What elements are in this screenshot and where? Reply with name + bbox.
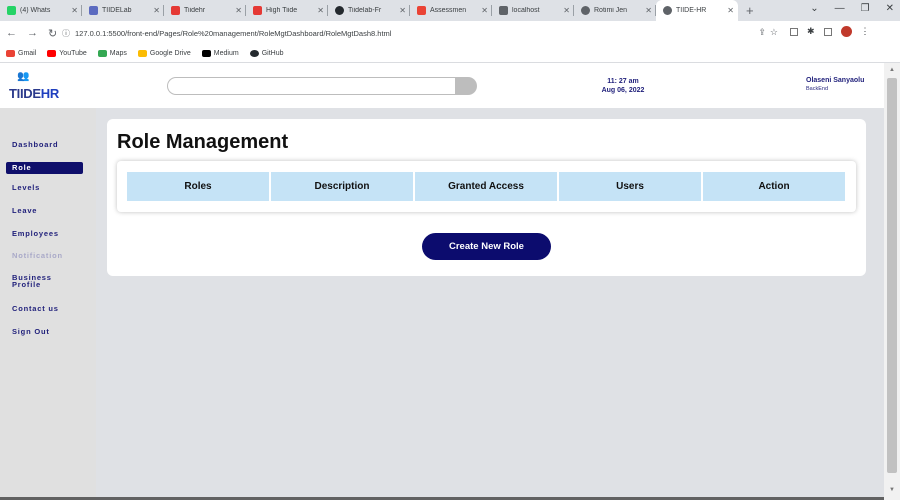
bookmark-medium[interactable]: Medium	[201, 50, 239, 57]
user-role: BackEnd	[806, 86, 829, 92]
bookmark-drive[interactable]: Google Drive	[137, 50, 191, 57]
url-text: 127.0.0.1:5500/front-end/Pages/Role%20ma…	[75, 28, 392, 38]
sidebar-item-sign-out[interactable]: Sign Out	[6, 326, 83, 338]
medium-icon	[201, 50, 211, 57]
close-icon[interactable]: ✕	[71, 6, 78, 15]
app-header: 👥 TIIDEHR 11: 27 am Aug 06, 2022 Olaseni…	[0, 63, 884, 108]
browser-toolbar: ← → ↻ ⓘ 127.0.0.1:5500/front-end/Pages/R…	[0, 21, 900, 45]
close-window-icon[interactable]: ✕	[886, 3, 894, 14]
search-input[interactable]	[167, 77, 457, 95]
globe-icon	[581, 6, 590, 15]
sidebar: Dashboard Role Levels Leave Employees No…	[0, 108, 96, 500]
close-icon[interactable]: ✕	[235, 6, 242, 15]
whatsapp-icon	[7, 6, 16, 15]
browser-tabstrip: (4) Whats ✕ TIIDELab ✕ Tiidehr ✕ High Tiide…	[0, 0, 900, 21]
tiide-hr-logo[interactable]: 👥 TIIDEHR	[8, 69, 68, 103]
user-name: Olaseni Sanyaolu	[806, 77, 865, 84]
date-text: Aug 06, 2022	[601, 87, 645, 94]
column-header-granted-access: Granted Access	[415, 172, 557, 201]
share-icon[interactable]: ⇪	[758, 27, 766, 38]
address-bar[interactable]: ⓘ 127.0.0.1:5500/front-end/Pages/Role%20…	[56, 24, 786, 42]
close-icon[interactable]: ✕	[317, 6, 324, 15]
back-icon[interactable]: ←	[6, 27, 17, 39]
browser-tab[interactable]: High Tiide ✕	[246, 0, 328, 21]
sidebar-item-contact-us[interactable]: Contact us	[6, 303, 83, 315]
roles-table: Roles Description Granted Access Users A…	[117, 161, 856, 212]
scroll-down-icon[interactable]: ▼	[889, 487, 895, 493]
puzzle-icon[interactable]: ✱	[807, 26, 815, 37]
close-icon[interactable]: ✕	[645, 6, 652, 15]
user-info[interactable]: Olaseni Sanyaolu BackEnd	[806, 77, 864, 93]
maps-icon	[97, 50, 107, 57]
column-header-roles: Roles	[127, 172, 269, 201]
page-icon	[499, 6, 508, 15]
page-scrollbar[interactable]: ▲ ▼	[884, 63, 900, 500]
bookmark-star-icon[interactable]: ☆	[770, 27, 778, 38]
time-text: 11: 27 am	[607, 78, 639, 85]
close-icon[interactable]: ✕	[727, 6, 734, 15]
close-icon[interactable]: ✕	[481, 6, 488, 15]
extensions-area: ✱ ⋮	[790, 26, 870, 37]
people-icon: 👥	[17, 71, 30, 82]
sidebar-item-role[interactable]: Role	[6, 162, 83, 174]
bookmarks-bar: Gmail YouTube Maps Google Drive Medium G…	[0, 45, 900, 63]
sidebar-item-levels[interactable]: Levels	[6, 182, 83, 194]
menu-icon[interactable]: ⋮	[861, 26, 870, 37]
extension-icon[interactable]	[790, 27, 798, 36]
tiidelab-icon	[89, 6, 98, 15]
sidebar-item-leave[interactable]: Leave	[6, 205, 83, 217]
close-icon[interactable]: ✕	[563, 6, 570, 15]
column-header-description: Description	[271, 172, 413, 201]
sidebar-item-notification[interactable]: Notification	[6, 250, 83, 262]
bookmark-gmail[interactable]: Gmail	[6, 50, 36, 57]
drive-icon	[137, 50, 147, 57]
scroll-up-icon[interactable]: ▲	[889, 67, 895, 73]
github-icon	[335, 6, 344, 15]
close-icon[interactable]: ✕	[153, 6, 160, 15]
search-bar	[167, 77, 477, 95]
close-icon[interactable]: ✕	[399, 6, 406, 15]
restore-icon[interactable]: ❐	[861, 3, 870, 14]
sidebar-item-dashboard[interactable]: Dashboard	[6, 139, 83, 151]
info-icon[interactable]: ⓘ	[62, 28, 70, 39]
column-header-users: Users	[559, 172, 701, 201]
sidebar-item-business-profile[interactable]: Business Profile	[6, 273, 56, 289]
browser-tab[interactable]: Tiidelab-Fr ✕	[328, 0, 410, 21]
scrollbar-thumb[interactable]	[887, 78, 897, 473]
youtube-icon	[47, 50, 57, 57]
browser-tab[interactable]: localhost ✕	[492, 0, 574, 21]
bookmark-github[interactable]: GitHub	[249, 50, 283, 57]
minimize-icon[interactable]: —	[835, 3, 845, 14]
column-header-action: Action	[703, 172, 845, 201]
figma-icon	[171, 6, 180, 15]
role-management-card: Role Management Roles Description Grante…	[107, 119, 866, 276]
window-controls: ⌄ — ❐ ✕	[810, 3, 894, 14]
create-new-role-button[interactable]: Create New Role	[422, 233, 551, 260]
gmail-icon	[417, 6, 426, 15]
browser-tab[interactable]: Tiidehr ✕	[164, 0, 246, 21]
browser-tab-active[interactable]: TIIDE-HR ✕	[656, 0, 738, 21]
browser-tab[interactable]: TIIDELab ✕	[82, 0, 164, 21]
page-title: Role Management	[117, 131, 289, 153]
bookmark-maps[interactable]: Maps	[97, 50, 127, 57]
new-tab-icon[interactable]: +	[746, 3, 754, 18]
forward-icon[interactable]: →	[27, 27, 38, 39]
chevron-down-icon[interactable]: ⌄	[810, 3, 818, 14]
sidepanel-icon[interactable]	[823, 27, 832, 36]
browser-tab[interactable]: (4) Whats ✕	[0, 0, 82, 21]
browser-tab[interactable]: Rotimi Jen ✕	[574, 0, 656, 21]
profile-avatar[interactable]	[840, 26, 852, 37]
github-icon	[249, 50, 259, 57]
browser-tab[interactable]: Assessmen ✕	[410, 0, 492, 21]
gmail-icon	[6, 50, 15, 57]
clock: 11: 27 am Aug 06, 2022	[598, 77, 648, 95]
globe-icon	[663, 6, 672, 15]
logo-main-text: TIIDE	[9, 86, 41, 101]
bookmark-youtube[interactable]: YouTube	[47, 50, 87, 57]
sidebar-item-employees[interactable]: Employees	[6, 228, 83, 240]
logo-accent-text: HR	[40, 86, 59, 101]
table-header: Roles Description Granted Access Users A…	[127, 172, 845, 201]
pin-icon	[253, 6, 262, 15]
search-button[interactable]	[455, 77, 477, 95]
